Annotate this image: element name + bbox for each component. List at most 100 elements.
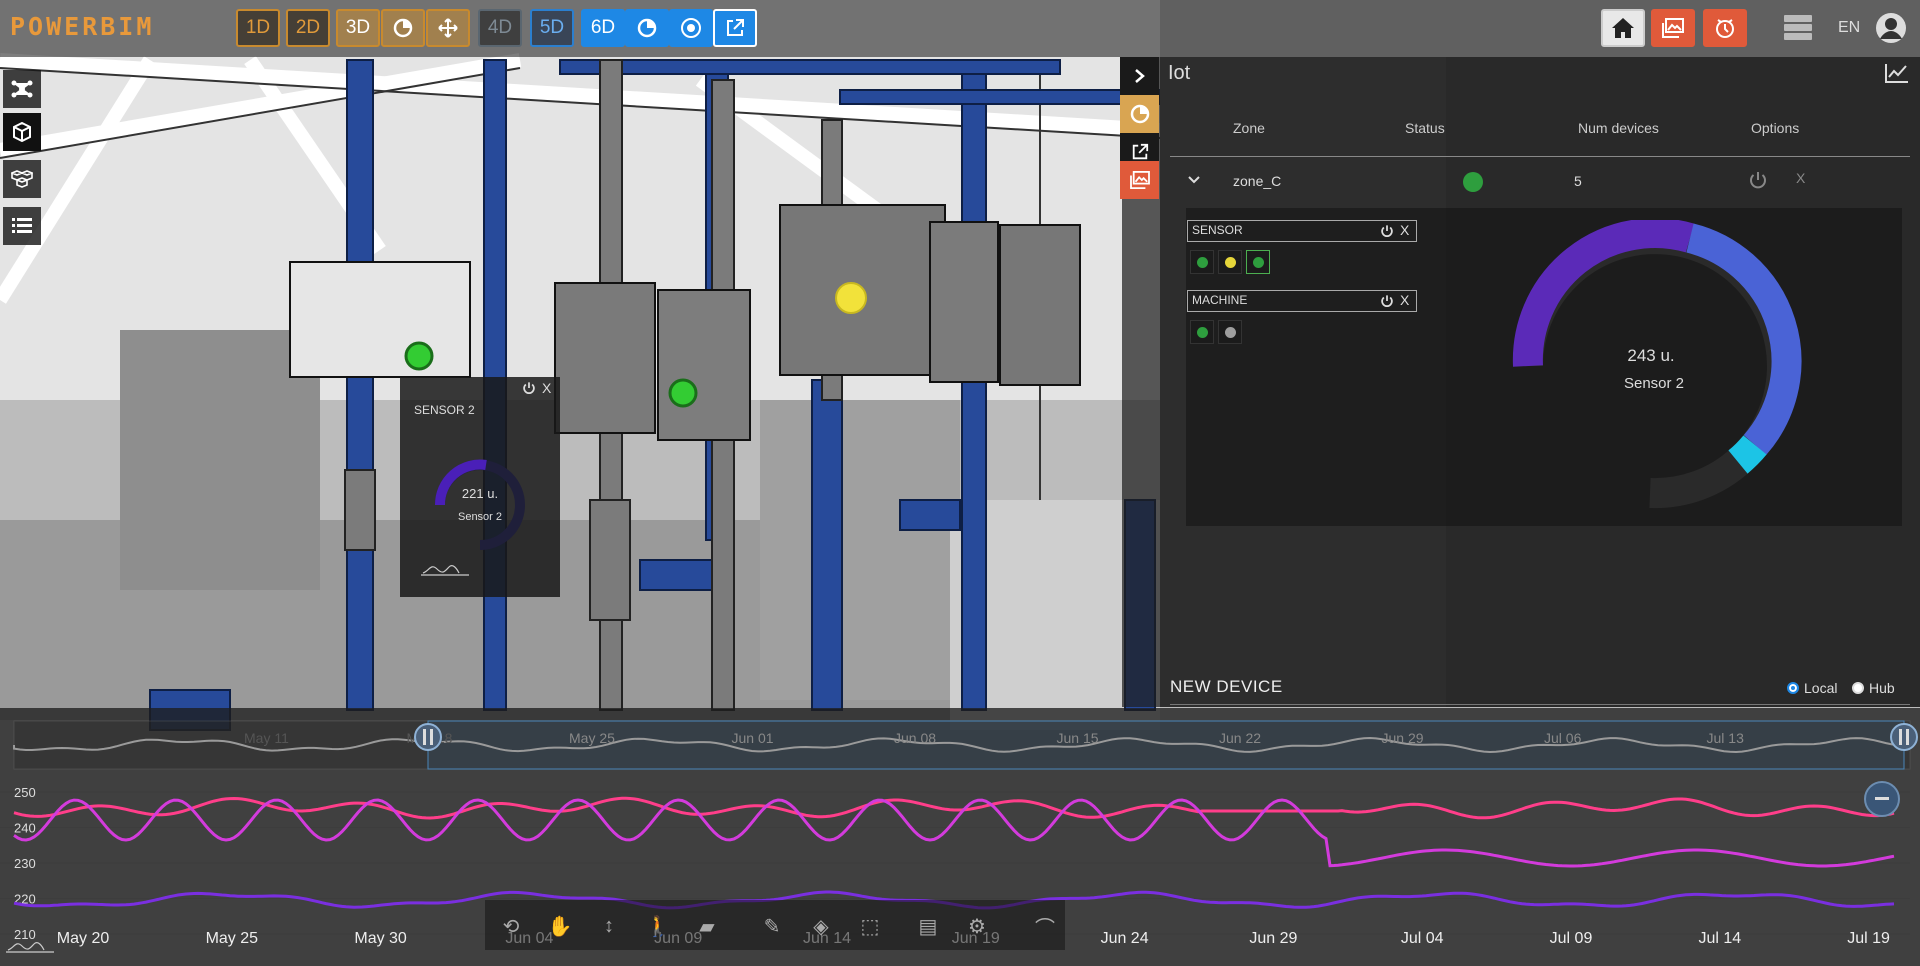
user-avatar-icon[interactable] xyxy=(1875,12,1907,44)
overview-date-label: May 11 xyxy=(244,730,289,746)
sensor-group-power-icon[interactable] xyxy=(1380,224,1394,238)
radio-local[interactable]: Local xyxy=(1787,680,1837,696)
x-axis-label: May 25 xyxy=(206,930,259,947)
collapse-panel-icon[interactable] xyxy=(1120,57,1159,95)
zoom-out-button[interactable] xyxy=(1864,781,1900,817)
gallery-icon[interactable] xyxy=(1651,9,1695,47)
x-axis-label: May 20 xyxy=(57,930,110,947)
language-selector[interactable]: EN xyxy=(1838,19,1860,37)
external-link-icon[interactable] xyxy=(713,9,757,47)
section-plane-icon[interactable]: ◈ xyxy=(806,914,836,938)
cube-icon[interactable] xyxy=(3,113,41,151)
view-6d-button[interactable]: 6D xyxy=(581,9,625,47)
radio-hub-circle[interactable] xyxy=(1852,682,1864,694)
x-axis-label: Jul 14 xyxy=(1698,930,1741,947)
move-icon[interactable] xyxy=(426,9,470,47)
header-divider xyxy=(1170,156,1910,157)
y-axis-label: 240 xyxy=(14,821,36,836)
pan-hand-icon[interactable]: ✋ xyxy=(545,914,575,938)
overview-handle-right[interactable] xyxy=(1890,723,1918,751)
overview-date-label: Jun 29 xyxy=(1382,730,1424,746)
gauge-value: 243 u. xyxy=(1627,346,1675,365)
pie-chart-3d-icon[interactable] xyxy=(381,9,425,47)
zone-remove-button[interactable]: X xyxy=(1796,170,1805,186)
walk-person-icon[interactable]: 🚶 xyxy=(643,914,673,938)
view-3d-button[interactable]: 3D xyxy=(336,9,380,47)
y-axis-label: 250 xyxy=(14,785,36,800)
view-2d-button[interactable]: 2D xyxy=(286,9,330,47)
gallery-panel-icon[interactable] xyxy=(1120,161,1159,199)
server-icon[interactable] xyxy=(1783,14,1813,42)
new-device-divider xyxy=(1170,704,1910,705)
overview-date-label: Jun 15 xyxy=(1057,730,1099,746)
target-icon[interactable] xyxy=(669,9,713,47)
clock-icon[interactable] xyxy=(1703,9,1747,47)
settings-gear-icon[interactable]: ⚙ xyxy=(962,914,992,938)
orbit-icon[interactable]: ⟲ xyxy=(496,914,526,938)
overview-date-label: May 25 xyxy=(569,730,615,746)
sensor-popup-mini-chart-icon[interactable] xyxy=(420,561,470,577)
radio-local-circle[interactable] xyxy=(1787,682,1799,694)
col-options: Options xyxy=(1751,120,1800,136)
sensor-popup-value: 221 u. xyxy=(461,486,499,501)
radio-hub[interactable]: Hub xyxy=(1852,680,1895,696)
sensor-gauge-chart xyxy=(1512,220,1802,509)
x-axis-label: Jun 24 xyxy=(1101,930,1149,947)
sensor-popup-power-icon[interactable] xyxy=(522,381,536,395)
pie-chart-6d-icon[interactable] xyxy=(625,9,669,47)
overview-date-label: Jun 22 xyxy=(1219,730,1261,746)
fullscreen-arch-icon[interactable]: ⌒ xyxy=(1030,914,1060,940)
list-icon[interactable] xyxy=(3,207,41,245)
sensor-marker-yellow xyxy=(835,282,867,314)
zone-name: zone_C xyxy=(1233,173,1282,189)
x-axis-label: Jul 04 xyxy=(1401,930,1444,947)
home-icon[interactable] xyxy=(1601,9,1645,47)
vertical-move-icon[interactable]: ↕ xyxy=(594,914,624,938)
measure-pencil-icon[interactable]: ✎ xyxy=(757,914,787,938)
iot-panel-title: Iot xyxy=(1168,62,1191,84)
sensor-popup: SENSOR 2 X 221 u. Sensor 2 xyxy=(400,377,560,597)
sensor-group-header: SENSOR X xyxy=(1187,220,1417,242)
view-4d-button[interactable]: 4D xyxy=(478,9,522,47)
machine-group-header: MACHINE X xyxy=(1187,290,1417,312)
layers-cubes-icon[interactable] xyxy=(3,160,41,198)
sensor-device-1[interactable] xyxy=(1190,250,1214,274)
properties-icon[interactable]: ▤ xyxy=(913,914,943,938)
overview-date-label: Jun 01 xyxy=(732,730,774,746)
sensor-popup-title: SENSOR 2 xyxy=(414,403,475,417)
camera-icon[interactable]: ▰ xyxy=(692,914,722,938)
zone-row[interactable]: zone_C 5 X xyxy=(1170,158,1910,208)
timeline-mini-chart-icon[interactable] xyxy=(6,942,54,953)
explode-cube-icon[interactable]: ⬚ xyxy=(855,914,885,938)
pie-chart-panel-icon[interactable] xyxy=(1120,95,1159,133)
gauge-label: Sensor 2 xyxy=(1623,375,1685,392)
sensor-group-label: SENSOR xyxy=(1192,223,1243,237)
x-axis-label: Jul 09 xyxy=(1550,930,1593,947)
chevron-down-icon[interactable] xyxy=(1187,175,1201,185)
sensor-popup-close-button[interactable]: X xyxy=(542,380,551,396)
view-1d-button[interactable]: 1D xyxy=(236,9,280,47)
machine-group-power-icon[interactable] xyxy=(1380,294,1394,308)
overview-date-label: Jul 06 xyxy=(1544,730,1582,746)
zone-num-devices: 5 xyxy=(1574,173,1582,189)
machine-device-2[interactable] xyxy=(1218,320,1242,344)
sensor-group-close-button[interactable]: X xyxy=(1400,222,1409,238)
power-icon[interactable] xyxy=(1748,170,1768,190)
y-axis-label: 230 xyxy=(14,856,36,871)
network-icon[interactable] xyxy=(3,70,41,108)
radio-local-label: Local xyxy=(1804,680,1838,696)
col-status: Status xyxy=(1405,120,1445,136)
sensor-device-3[interactable] xyxy=(1246,250,1270,274)
machine-group-devices xyxy=(1190,320,1242,346)
overview-handle-left[interactable] xyxy=(414,723,442,751)
sensor-marker-green-2 xyxy=(668,378,698,408)
col-zone: Zone xyxy=(1233,120,1265,136)
radio-hub-label: Hub xyxy=(1869,680,1895,696)
view-5d-button[interactable]: 5D xyxy=(530,9,574,47)
chart-line-icon[interactable] xyxy=(1885,63,1909,88)
sensor-popup-label: Sensor 2 xyxy=(457,511,503,523)
machine-device-1[interactable] xyxy=(1190,320,1214,344)
zone-status-dot xyxy=(1463,172,1483,192)
machine-group-close-button[interactable]: X xyxy=(1400,292,1409,308)
sensor-device-2[interactable] xyxy=(1218,250,1242,274)
